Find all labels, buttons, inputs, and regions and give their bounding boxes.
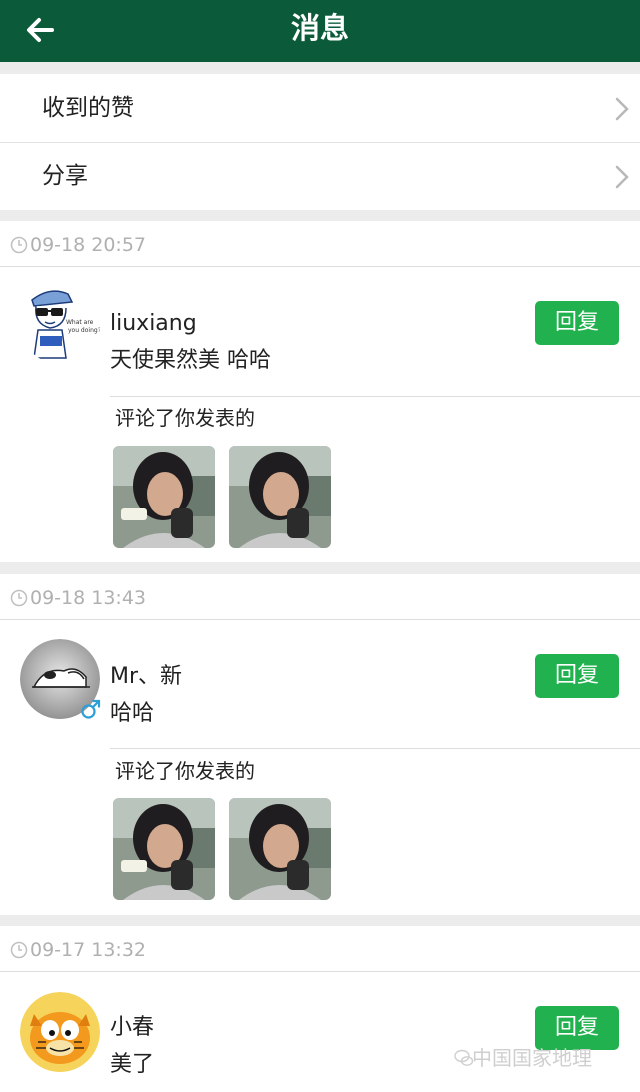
timestamp-text: 09-18 13:43 — [30, 587, 147, 609]
top-bar: 消息 — [0, 0, 640, 62]
post-photo-thumbnail[interactable] — [229, 446, 331, 548]
divider — [0, 619, 640, 620]
notification-item: 09-18 13:43 Mr、新 哈哈 回复 评论了你发表的 — [0, 574, 640, 915]
referenced-post-label: 评论了你发表的 — [115, 406, 255, 430]
username[interactable]: liuxiang — [110, 309, 197, 339]
wechat-logo-icon — [454, 1049, 474, 1066]
watermark: 中国国家地理 — [454, 1044, 592, 1072]
clock-icon — [10, 589, 28, 607]
menu-list: 收到的赞 分享 — [0, 74, 640, 210]
timestamp-text: 09-18 20:57 — [30, 234, 147, 256]
cartoon-boy-avatar-icon: What are you doing? — [20, 284, 100, 364]
svg-text:What are: What are — [66, 319, 94, 326]
garfield-avatar-icon — [20, 992, 100, 1072]
photo-icon — [229, 798, 331, 900]
reply-button[interactable]: 回复 — [535, 301, 619, 345]
username[interactable]: 小春 — [110, 1013, 154, 1043]
clock-icon — [10, 941, 28, 959]
referenced-post-label: 评论了你发表的 — [115, 759, 255, 783]
timestamp: 09-18 20:57 — [10, 233, 146, 257]
post-photo-thumbnail[interactable] — [113, 446, 215, 548]
divider — [0, 266, 640, 267]
timestamp-text: 09-17 13:32 — [30, 939, 147, 961]
timestamp: 09-18 13:43 — [10, 586, 146, 610]
divider — [0, 971, 640, 972]
menu-item-label: 收到的赞 — [42, 95, 134, 121]
username[interactable]: Mr、新 — [110, 662, 182, 692]
divider — [110, 396, 640, 397]
photo-icon — [113, 798, 215, 900]
male-gender-icon — [81, 699, 101, 719]
post-photo-thumbnail[interactable] — [113, 798, 215, 900]
timestamp: 09-17 13:32 — [10, 938, 146, 962]
notification-item: 09-18 20:57 What are you doing? liuxiang… — [0, 221, 640, 562]
clock-icon — [10, 236, 28, 254]
menu-item-likes[interactable]: 收到的赞 — [0, 74, 640, 142]
avatar[interactable] — [20, 992, 100, 1072]
divider — [110, 748, 640, 749]
menu-item-label: 分享 — [42, 163, 88, 189]
photo-icon — [113, 446, 215, 548]
avatar[interactable]: What are you doing? — [20, 284, 100, 364]
chevron-right-icon — [615, 97, 629, 121]
photo-icon — [229, 446, 331, 548]
comment-text: 美了 — [110, 1052, 155, 1077]
watermark-text: 中国国家地理 — [472, 1046, 592, 1070]
svg-text:you doing?: you doing? — [68, 327, 100, 334]
page-title: 消息 — [290, 11, 349, 45]
post-photo-thumbnail[interactable] — [229, 798, 331, 900]
chevron-right-icon — [615, 165, 629, 189]
comment-text: 哈哈 — [110, 701, 155, 726]
comment-text: 天使果然美 哈哈 — [110, 348, 271, 373]
reply-button[interactable]: 回复 — [535, 654, 619, 698]
menu-item-share[interactable]: 分享 — [0, 142, 640, 210]
